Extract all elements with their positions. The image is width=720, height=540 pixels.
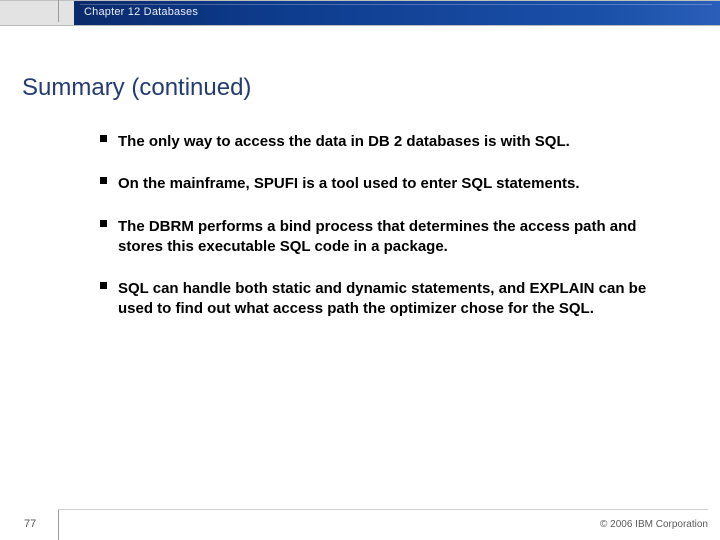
footer-rule (58, 509, 708, 510)
list-item-text: On the mainframe, SPUFI is a tool used t… (118, 175, 580, 192)
header-gray-block (0, 0, 75, 26)
square-bullet-icon (100, 220, 107, 227)
page-title: Summary (continued) (22, 74, 251, 102)
header-band: Chapter 12 Databases (0, 0, 720, 34)
list-item-text: SQL can handle both static and dynamic s… (118, 280, 646, 317)
page-number: 77 (24, 518, 36, 530)
footer-vertical-tick (58, 510, 59, 540)
header-top-rule (0, 0, 720, 1)
header-inner-rule (80, 4, 712, 5)
bullet-list: The only way to access the data in DB 2 … (100, 132, 660, 342)
list-item: On the mainframe, SPUFI is a tool used t… (100, 174, 660, 194)
list-item: SQL can handle both static and dynamic s… (100, 279, 660, 320)
header-bottom-rule (0, 25, 720, 26)
header-vertical-tick (58, 0, 59, 22)
list-item-text: The DBRM performs a bind process that de… (118, 218, 636, 255)
square-bullet-icon (100, 135, 107, 142)
list-item: The DBRM performs a bind process that de… (100, 217, 660, 258)
square-bullet-icon (100, 282, 107, 289)
slide: Chapter 12 Databases Summary (continued)… (0, 0, 720, 540)
list-item: The only way to access the data in DB 2 … (100, 132, 660, 152)
list-item-text: The only way to access the data in DB 2 … (118, 133, 570, 150)
copyright-text: © 2006 IBM Corporation (600, 519, 708, 530)
chapter-label: Chapter 12 Databases (84, 6, 198, 18)
square-bullet-icon (100, 177, 107, 184)
